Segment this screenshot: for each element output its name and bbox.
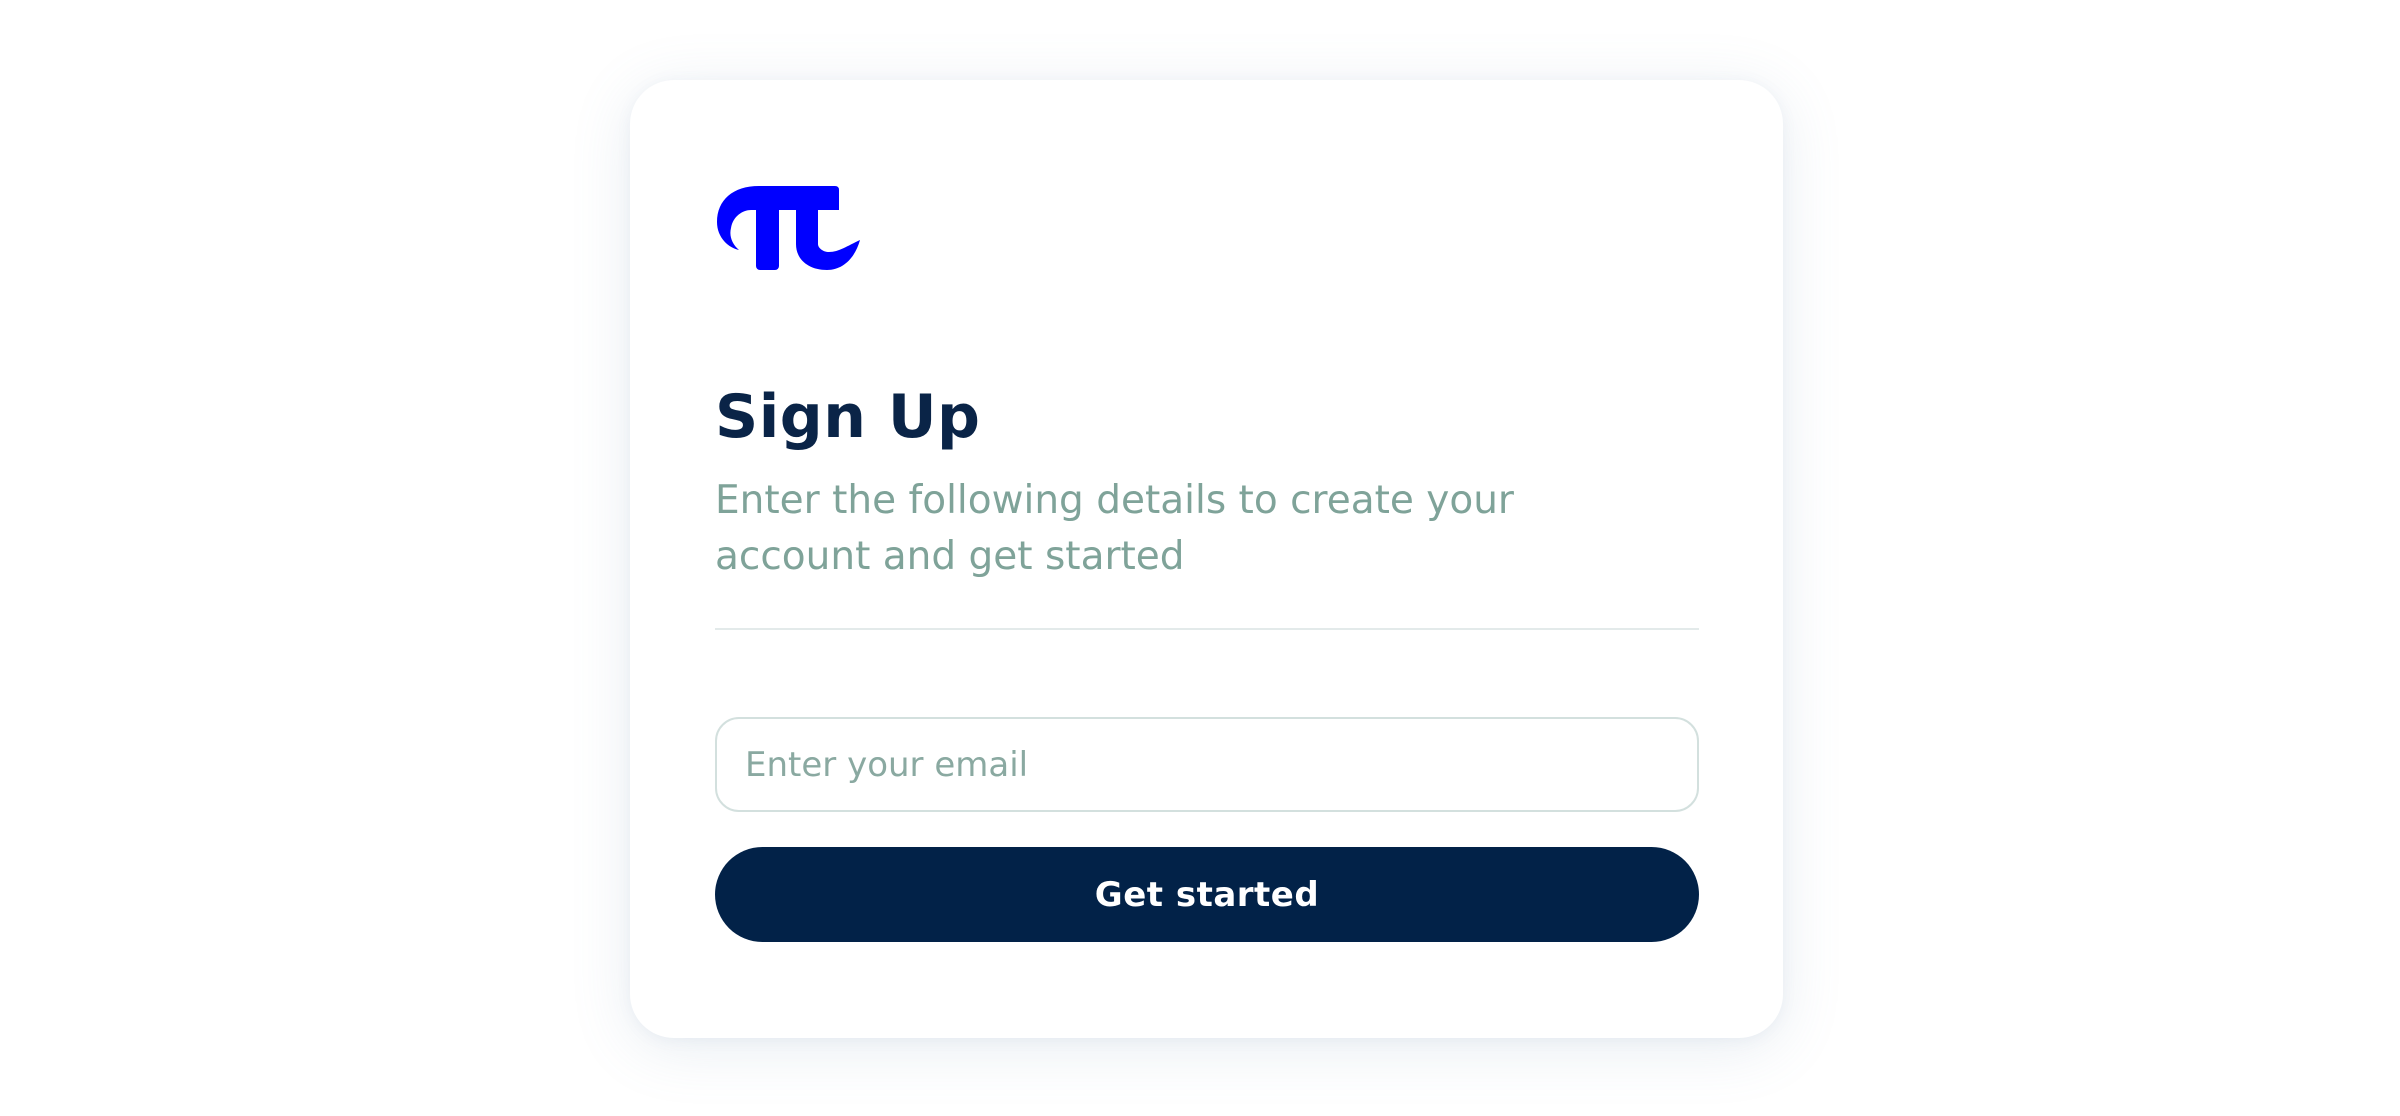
get-started-button[interactable]: Get started bbox=[715, 847, 1699, 942]
page-title: Sign Up bbox=[715, 382, 981, 452]
email-field[interactable] bbox=[715, 717, 1699, 812]
divider bbox=[715, 628, 1699, 630]
page-subtitle: Enter the following details to create yo… bbox=[715, 478, 1514, 579]
signup-card: Sign Up Enter the following details to c… bbox=[630, 80, 1783, 1038]
pi-logo-icon bbox=[717, 186, 860, 270]
